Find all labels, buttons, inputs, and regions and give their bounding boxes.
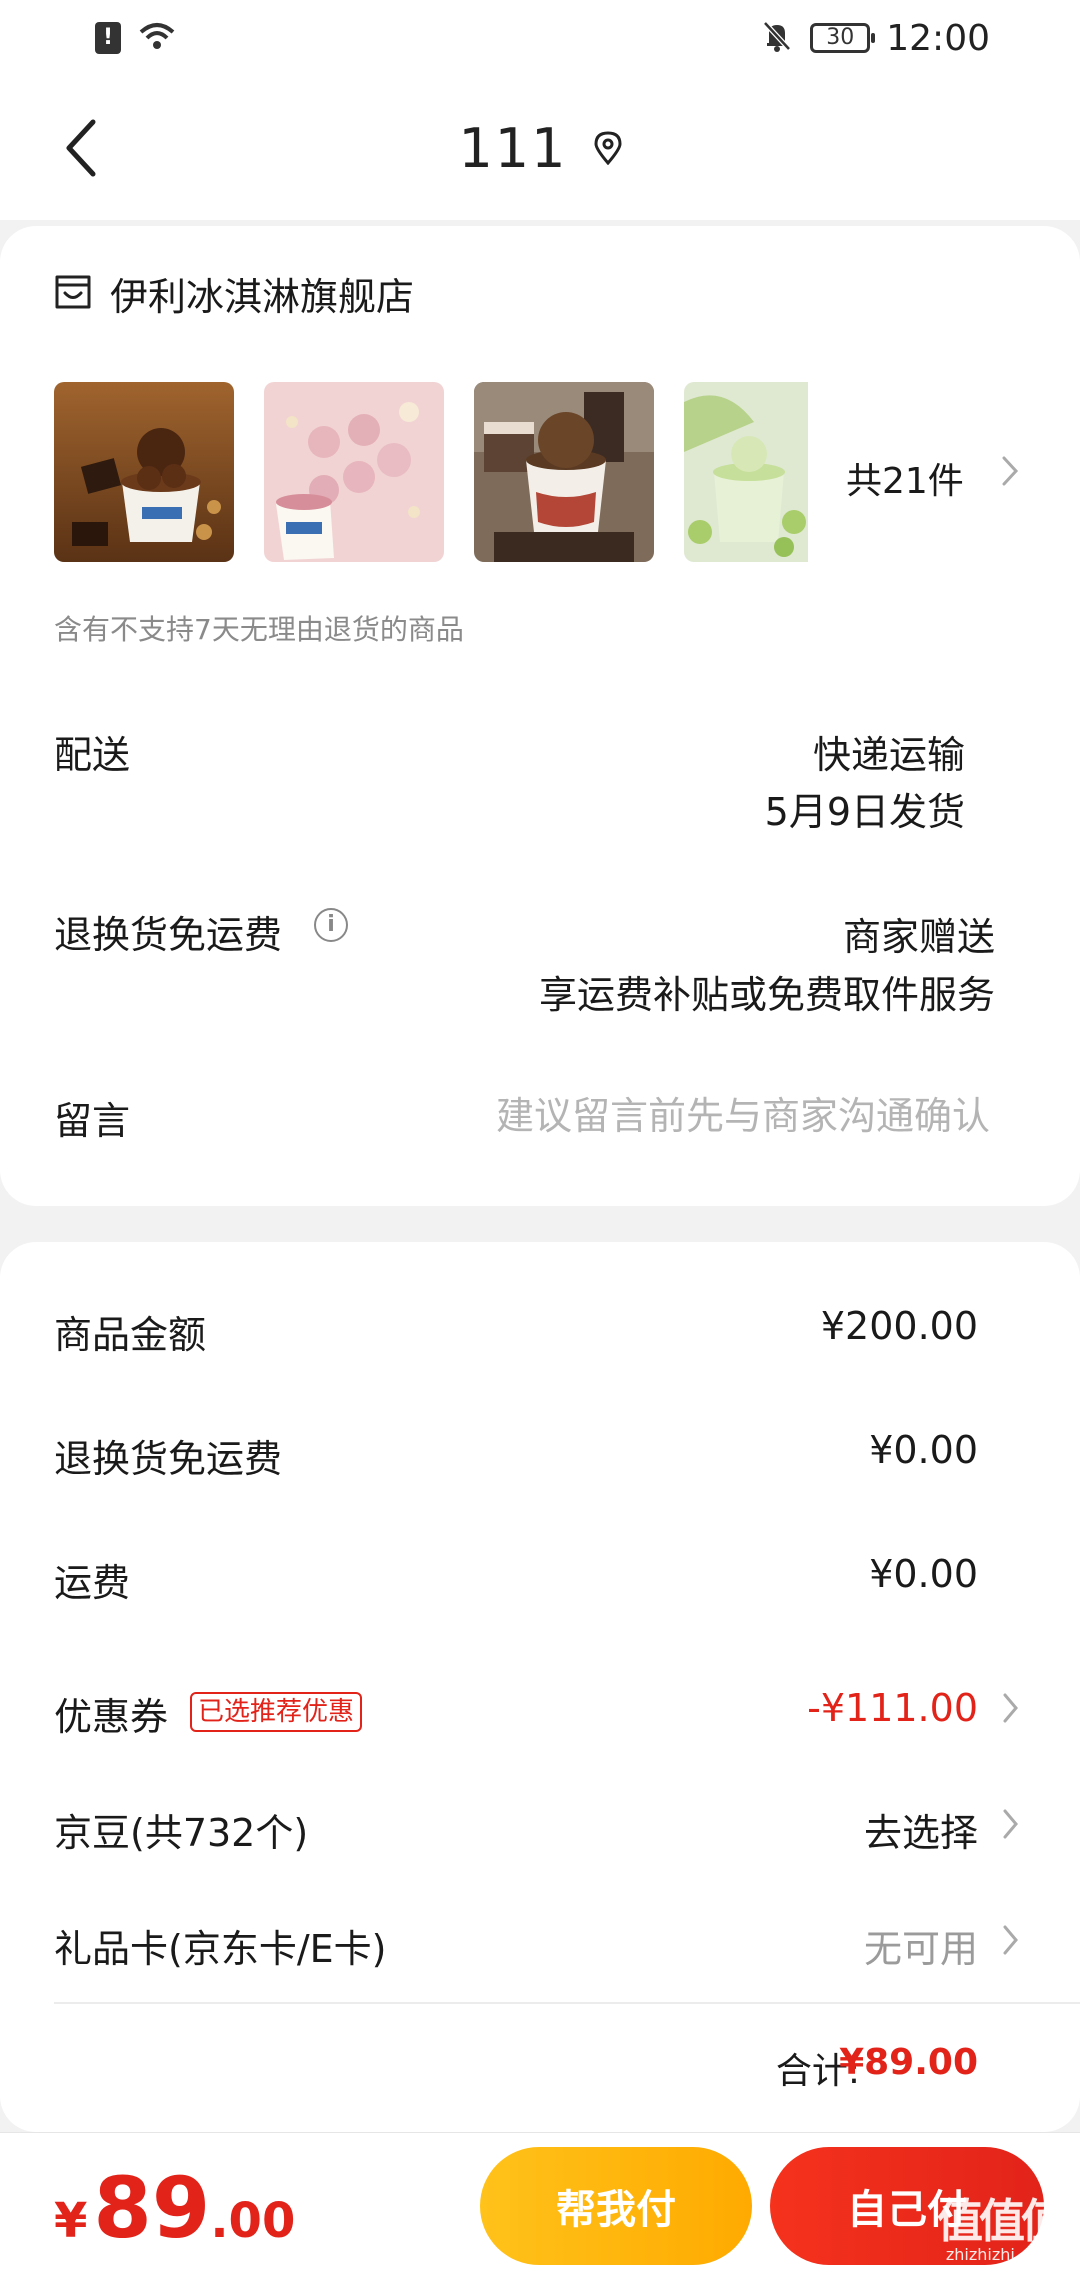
gift-card-label[interactable]: 礼品卡(京东卡/E卡) bbox=[54, 1918, 386, 1973]
status-bar: ! 30 12:00 bbox=[0, 0, 1080, 76]
goods-amount-label: 商品金额 bbox=[54, 1313, 207, 1357]
goods-amount-value: ¥200.00 bbox=[820, 1304, 978, 1348]
clock: 12:00 bbox=[886, 17, 990, 59]
status-left: ! bbox=[95, 20, 177, 56]
shipping-value: ¥0.00 bbox=[869, 1552, 978, 1596]
delivery-method[interactable]: 快递运输 bbox=[813, 724, 965, 779]
price-summary-card: 商品金额 ¥200.00 退换货免运费 ¥0.00 运费 ¥0.00 优惠券 已… bbox=[0, 1242, 1080, 2132]
battery-indicator: 30 bbox=[810, 23, 876, 53]
chevron-right-icon[interactable] bbox=[1002, 1924, 1020, 1956]
return-policy-notice: 含有不支持7天无理由退货的商品 bbox=[54, 613, 464, 646]
product-thumbnail-chocolate-hazelnut[interactable] bbox=[54, 382, 234, 562]
return-fee-value: ¥0.00 bbox=[869, 1428, 978, 1472]
shipping-label: 运费 bbox=[54, 1561, 131, 1605]
chevron-right-icon[interactable] bbox=[1002, 1808, 1020, 1840]
chevron-left-icon bbox=[66, 119, 96, 177]
coupon-badge: 已选推荐优惠 bbox=[190, 1692, 363, 1732]
return-shipping-value: 商家赠送 bbox=[842, 915, 995, 959]
watermark-url: zhizhizhi.com bbox=[945, 2245, 1055, 2264]
product-thumbnails[interactable] bbox=[54, 382, 808, 562]
divider bbox=[54, 2002, 1080, 2004]
message-input[interactable] bbox=[470, 1086, 990, 1146]
watermark-logo: 值值值 zhizhizhi.com bbox=[930, 2196, 1070, 2270]
watermark-text: 值值值 bbox=[937, 2194, 1067, 2248]
price-decimal: .00 bbox=[210, 2193, 296, 2249]
coupon-value[interactable]: -¥111.00 bbox=[807, 1686, 978, 1730]
jd-beans-value[interactable]: 去选择 bbox=[864, 1802, 978, 1857]
info-icon[interactable]: i bbox=[314, 908, 348, 942]
product-thumbnail-melon[interactable] bbox=[684, 382, 808, 562]
total-items-count[interactable]: 共21件 bbox=[846, 452, 964, 504]
delivery-label: 配送 bbox=[54, 733, 131, 777]
location-pin-icon[interactable] bbox=[594, 131, 622, 165]
price-currency: ¥ bbox=[54, 2193, 88, 2249]
coupon-label[interactable]: 优惠券 bbox=[54, 1686, 168, 1741]
jd-beans-label[interactable]: 京豆(共732个) bbox=[54, 1802, 308, 1857]
nav-bar: 111 bbox=[0, 76, 1080, 220]
payable-price: ¥ 89 .00 bbox=[54, 2159, 295, 2257]
delivery-ship-date[interactable]: 5月9日发货 bbox=[765, 781, 965, 836]
order-store-card: 伊利冰淇淋旗舰店 共21件 含有不支持7天无理由退货的商品 配送 快递运输 5月… bbox=[0, 226, 1080, 1206]
wifi-icon bbox=[137, 20, 177, 56]
gift-card-value[interactable]: 无可用 bbox=[864, 1918, 978, 1973]
product-thumbnail-pink-balls[interactable] bbox=[264, 382, 444, 562]
product-thumbnail-chocolate-cup[interactable] bbox=[474, 382, 654, 562]
store-icon bbox=[54, 274, 92, 314]
address-title[interactable]: 111 bbox=[458, 117, 567, 180]
return-shipping-desc: 享运费补贴或免费取件服务 bbox=[538, 973, 995, 1017]
return-shipping-label: 退换货免运费 bbox=[54, 913, 283, 957]
total-value: ¥89.00 bbox=[839, 2042, 978, 2083]
back-button[interactable] bbox=[50, 112, 110, 184]
store-name: 伊利冰淇淋旗舰店 bbox=[110, 275, 415, 319]
sim-alert-icon: ! bbox=[95, 22, 121, 54]
return-fee-label: 退换货免运费 bbox=[54, 1437, 283, 1481]
chevron-right-icon[interactable] bbox=[1002, 1692, 1020, 1724]
price-integer: 89 bbox=[93, 2159, 211, 2257]
status-right: 30 12:00 bbox=[760, 18, 990, 59]
chevron-right-icon[interactable] bbox=[1000, 454, 1020, 488]
message-label: 留言 bbox=[54, 1099, 131, 1143]
bell-off-icon bbox=[760, 19, 794, 57]
checkout-bar: ¥ 89 .00 帮我付 自己付 bbox=[0, 2132, 1080, 2280]
help-me-pay-button[interactable]: 帮我付 bbox=[480, 2147, 752, 2265]
store-header[interactable]: 伊利冰淇淋旗舰店 bbox=[54, 266, 414, 321]
